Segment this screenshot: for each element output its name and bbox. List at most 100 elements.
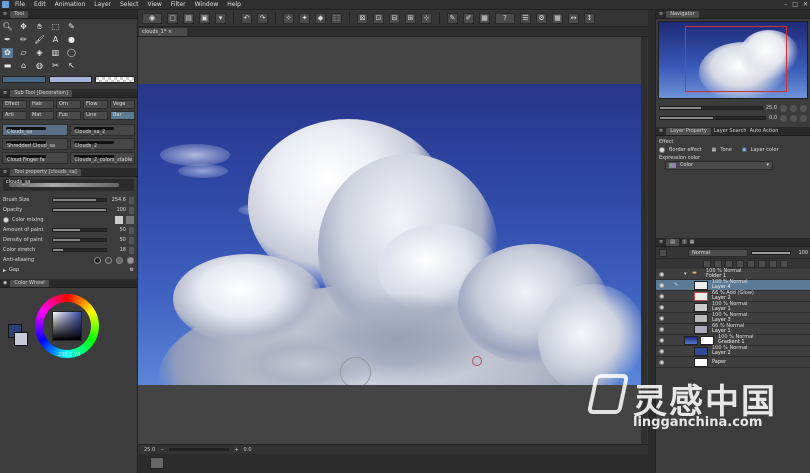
save-icon[interactable]: ▣ bbox=[199, 12, 210, 24]
transparent-color-bar[interactable] bbox=[95, 76, 135, 83]
antialias-none-icon[interactable] bbox=[94, 256, 101, 264]
navigator-zoom-slider[interactable] bbox=[659, 106, 763, 110]
subtool-tab[interactable]: Fuo bbox=[56, 111, 81, 120]
line-correction-icon[interactable]: ✂ bbox=[50, 61, 61, 71]
menu-filter[interactable]: Filter bbox=[171, 1, 186, 8]
menu-layer[interactable]: Layer bbox=[94, 1, 111, 8]
folder-expand-icon[interactable]: ▾ bbox=[684, 271, 687, 277]
navigator-view-frame[interactable] bbox=[685, 26, 787, 92]
move-icon[interactable]: ✥ bbox=[18, 22, 29, 32]
property-stepper[interactable] bbox=[129, 196, 134, 204]
layer-ruler-icon[interactable] bbox=[769, 260, 777, 268]
zoom-slider[interactable] bbox=[169, 448, 230, 451]
subtool-tab[interactable]: Hair bbox=[29, 100, 54, 109]
visibility-eye-icon[interactable]: ◉ bbox=[659, 293, 664, 300]
flip-horizontal-icon[interactable]: ↔ bbox=[568, 12, 579, 24]
tab-auto-action[interactable]: Auto Action bbox=[750, 128, 779, 134]
eye-icon[interactable]: ◉ bbox=[142, 12, 162, 24]
minimize-icon[interactable]: – bbox=[784, 1, 787, 8]
cloud-painting[interactable] bbox=[138, 84, 645, 385]
mix-mode-icon[interactable] bbox=[115, 216, 123, 224]
navigator-rotate-slider[interactable] bbox=[659, 116, 767, 120]
visibility-eye-icon[interactable]: ◉ bbox=[659, 315, 664, 322]
tool-panel-title[interactable]: Tool bbox=[10, 10, 28, 18]
property-stepper[interactable] bbox=[129, 236, 134, 244]
subtool-panel-title[interactable]: Sub Tool [Decoration] bbox=[10, 89, 72, 97]
blend-mode-select[interactable]: Normal bbox=[688, 248, 748, 257]
maximize-icon[interactable]: □ bbox=[792, 1, 798, 8]
new-file-icon[interactable]: ▢ bbox=[167, 12, 178, 24]
navigator-title[interactable]: Navigator bbox=[666, 10, 699, 18]
layer-lock-alpha-icon[interactable] bbox=[747, 260, 755, 268]
layer-lock-icon[interactable] bbox=[736, 260, 744, 268]
menu-view[interactable]: View bbox=[148, 1, 162, 8]
undo-icon[interactable]: ↶ bbox=[241, 12, 252, 24]
antialias-medium-icon[interactable] bbox=[116, 256, 123, 264]
brush-size-slider[interactable] bbox=[52, 198, 107, 202]
rotate-right-icon[interactable] bbox=[790, 114, 797, 122]
visibility-eye-icon[interactable]: ◉ bbox=[659, 282, 664, 289]
clear-icon[interactable]: ✧ bbox=[283, 12, 294, 24]
tab-layer-search[interactable]: Layer Search bbox=[714, 128, 747, 134]
tone-label[interactable]: Tone bbox=[720, 147, 732, 153]
brush-item[interactable]: Shredded Cloud_sa bbox=[2, 138, 68, 150]
color-wheel-title[interactable]: Color Wheel bbox=[10, 279, 49, 287]
navigator-preview[interactable] bbox=[658, 21, 808, 99]
brush-tool-icon[interactable]: 🖌︎ bbox=[34, 35, 45, 45]
fill-tool-icon[interactable]: ◈ bbox=[34, 48, 45, 58]
frame-tool-icon[interactable]: ⌂ bbox=[18, 61, 29, 71]
tab-layer-3[interactable]: ▦ bbox=[690, 239, 695, 245]
document-tab[interactable]: clouds_1* × bbox=[139, 28, 187, 36]
layer-color-icon[interactable] bbox=[780, 260, 788, 268]
main-color-bar[interactable] bbox=[2, 76, 46, 83]
open-file-icon[interactable]: ▤ bbox=[183, 12, 194, 24]
dropdown-icon[interactable]: ▾ bbox=[215, 12, 226, 24]
grid-icon[interactable]: ▦ bbox=[552, 12, 563, 24]
wrench-icon[interactable]: ⚙ bbox=[130, 267, 134, 273]
balloon-tool-icon[interactable]: ◍ bbox=[34, 61, 45, 71]
brush-item[interactable]: Clouds_2_colors_stable bbox=[69, 152, 135, 164]
page-thumbnail[interactable] bbox=[150, 457, 164, 469]
figure-tool-icon[interactable]: ◯ bbox=[66, 48, 77, 58]
brush-item[interactable]: Clouds_2 bbox=[69, 138, 135, 150]
panel-menu-icon[interactable]: ≡ bbox=[659, 239, 663, 245]
expression-color-select[interactable]: Color ▾ bbox=[665, 161, 773, 170]
subtool-tab[interactable]: Arti bbox=[2, 111, 27, 120]
reset-rotation-icon[interactable] bbox=[800, 114, 807, 122]
layer-reference-icon[interactable] bbox=[714, 260, 722, 268]
border-effect-icon[interactable] bbox=[659, 147, 665, 153]
layer-opacity-slider[interactable] bbox=[751, 250, 792, 255]
layer-mask-icon[interactable] bbox=[758, 260, 766, 268]
saturation-value-square[interactable] bbox=[52, 311, 82, 341]
text-tool-icon[interactable]: A bbox=[50, 35, 61, 45]
property-stepper[interactable] bbox=[129, 206, 134, 214]
density-of-paint-slider[interactable] bbox=[52, 238, 107, 242]
subtool-tab[interactable]: Flow bbox=[83, 100, 108, 109]
blend-tool-icon[interactable]: ● bbox=[66, 35, 77, 45]
sub-color-swatch[interactable] bbox=[14, 332, 28, 346]
transparent-icon[interactable]: ▦ bbox=[479, 12, 490, 24]
eraser-tool-icon[interactable]: ▱ bbox=[18, 48, 29, 58]
menu-select[interactable]: Select bbox=[120, 1, 139, 8]
gradient-tool-icon[interactable]: ▥ bbox=[50, 48, 61, 58]
tab-layer[interactable]: ▤ bbox=[666, 238, 679, 246]
subtool-tab[interactable]: Bar bbox=[110, 111, 135, 120]
visibility-eye-icon[interactable]: ◉ bbox=[659, 348, 664, 355]
tab-layer-property[interactable]: Layer Property bbox=[666, 127, 711, 135]
property-stepper[interactable] bbox=[129, 226, 134, 234]
zoom-out-icon[interactable]: − bbox=[160, 447, 164, 453]
menu-edit[interactable]: Edit bbox=[34, 1, 46, 8]
zoom-out-icon[interactable] bbox=[790, 104, 797, 112]
ruler-tool-icon[interactable]: ▬ bbox=[2, 61, 13, 71]
layer-tool-icon[interactable] bbox=[659, 248, 667, 257]
pen-tool-icon[interactable]: ✒ bbox=[2, 35, 13, 45]
menu-animation[interactable]: Animation bbox=[55, 1, 86, 8]
zoom-in-icon[interactable]: + bbox=[234, 447, 238, 453]
redo-icon[interactable]: ↷ bbox=[257, 12, 268, 24]
close-icon[interactable]: ✕ bbox=[803, 1, 808, 8]
opacity-slider[interactable] bbox=[52, 208, 107, 212]
assets-icon[interactable]: ☰ bbox=[520, 12, 531, 24]
zoom-in-icon[interactable] bbox=[780, 104, 787, 112]
menu-help[interactable]: Help bbox=[227, 1, 241, 8]
panel-menu-icon[interactable]: ≡ bbox=[659, 11, 663, 17]
